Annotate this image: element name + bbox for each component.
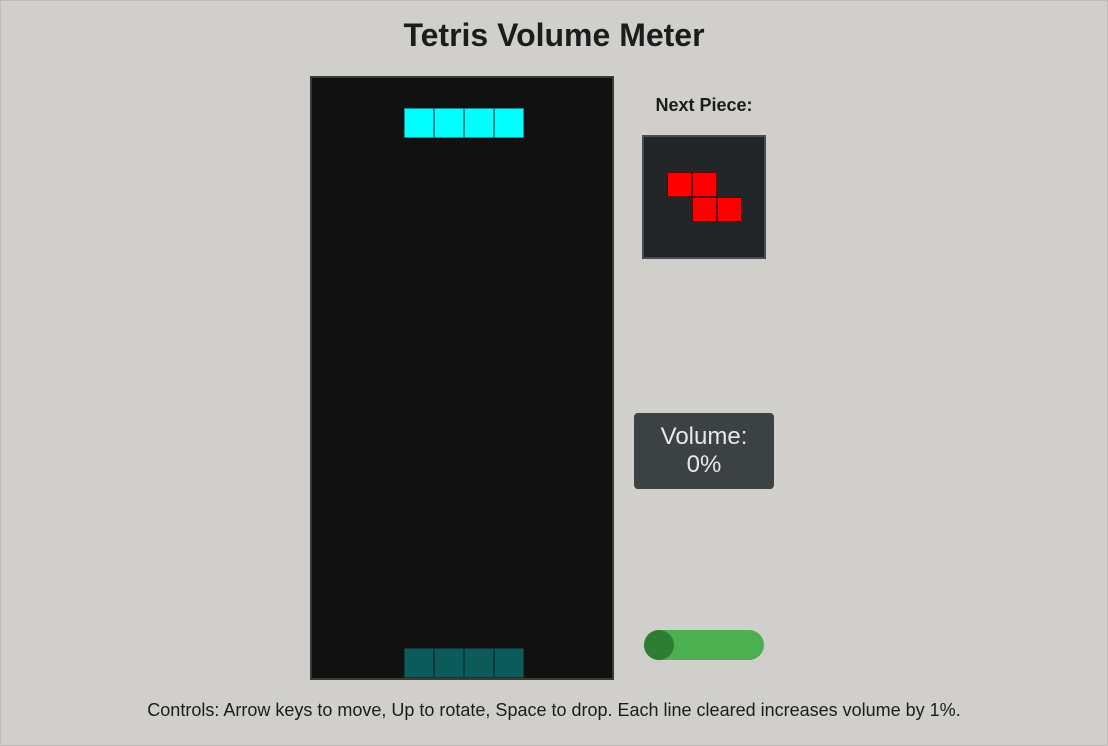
ghost-piece-block (494, 648, 524, 678)
active-piece-block (494, 108, 524, 138)
next-piece-block (692, 172, 717, 197)
active-piece-block (404, 108, 434, 138)
next-piece-block (717, 197, 742, 222)
ghost-piece-block (434, 648, 464, 678)
volume-display: Volume: 0% (634, 413, 774, 489)
active-piece-block (434, 108, 464, 138)
next-piece-preview (642, 135, 766, 259)
next-piece-block (692, 197, 717, 222)
page-title: Tetris Volume Meter (403, 17, 705, 53)
next-piece-block (667, 172, 692, 197)
ghost-piece-block (464, 648, 494, 678)
game-board[interactable] (310, 76, 614, 680)
volume-label: Volume: (660, 423, 748, 450)
toggle-knob[interactable] (644, 630, 674, 660)
controls-instructions: Controls: Arrow keys to move, Up to rota… (147, 700, 961, 720)
sound-toggle[interactable] (644, 630, 764, 660)
volume-value: 0% (686, 451, 722, 478)
ghost-piece-block (404, 648, 434, 678)
active-piece-block (464, 108, 494, 138)
next-piece-label: Next Piece: (655, 95, 753, 115)
